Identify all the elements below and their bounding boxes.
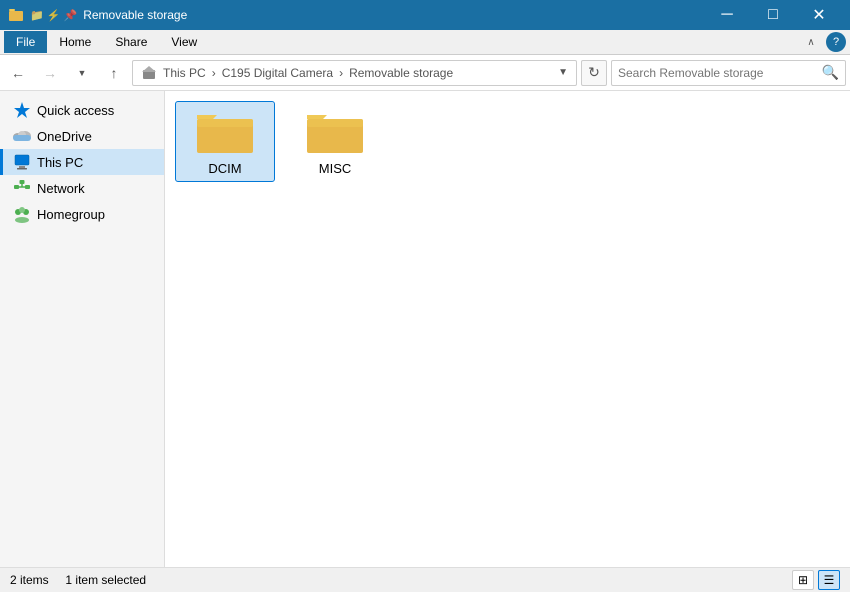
up-dropdown-button[interactable]: ▼ <box>68 59 96 87</box>
item-count: 2 items <box>10 573 49 587</box>
close-button[interactable]: ✕ <box>796 0 842 30</box>
onedrive-icon <box>13 127 31 145</box>
homegroup-icon <box>13 205 31 223</box>
up-icon: ↑ <box>111 65 118 81</box>
selected-count: 1 item selected <box>65 573 146 587</box>
sidebar-label-quick-access: Quick access <box>37 103 114 118</box>
window-icon <box>8 7 24 23</box>
sidebar-item-network[interactable]: Network <box>0 175 164 201</box>
sidebar-item-this-pc[interactable]: This PC <box>0 149 164 175</box>
refresh-icon: ↻ <box>588 64 600 81</box>
status-bar: 2 items 1 item selected ⊞ ☰ <box>0 567 850 592</box>
taskbar-icons: 📁 ⚡ 📌 <box>30 9 77 22</box>
sidebar-label-network: Network <box>37 181 85 196</box>
main-area: Quick access OneDrive Thi <box>0 91 850 567</box>
network-icon <box>13 179 31 197</box>
title-bar: 📁 ⚡ 📌 Removable storage ─ □ ✕ <box>0 0 850 30</box>
breadcrumb-removable[interactable]: Removable storage <box>349 66 453 80</box>
ribbon-tabs: File Home Share View ∧ ? <box>0 30 850 55</box>
status-info: 2 items 1 item selected <box>10 573 146 587</box>
grid-view-icon: ⊞ <box>798 573 808 587</box>
search-icon: 🔍 <box>822 64 839 81</box>
view-controls: ⊞ ☰ <box>792 570 840 590</box>
grid-view-button[interactable]: ⊞ <box>792 570 814 590</box>
forward-icon: → <box>43 65 57 81</box>
dcim-folder-label: DCIM <box>208 161 241 176</box>
ribbon-expand-button[interactable]: ∧ <box>800 31 822 53</box>
folder-item-dcim[interactable]: DCIM <box>175 101 275 182</box>
quick-access-icon <box>13 101 31 119</box>
sidebar: Quick access OneDrive Thi <box>0 91 165 567</box>
up-button[interactable]: ↑ <box>100 59 128 87</box>
sidebar-label-homegroup: Homegroup <box>37 207 105 222</box>
folder-grid: DCIM MISC <box>175 101 840 182</box>
sidebar-item-homegroup[interactable]: Homegroup <box>0 201 164 227</box>
folder-item-misc[interactable]: MISC <box>285 101 385 182</box>
help-button[interactable]: ? <box>826 32 846 52</box>
dcim-folder-icon <box>195 107 255 157</box>
tab-file[interactable]: File <box>4 31 47 53</box>
this-pc-icon <box>13 153 31 171</box>
maximize-button[interactable]: □ <box>750 0 796 30</box>
status-separator <box>52 573 62 587</box>
window-controls: ─ □ ✕ <box>704 0 842 30</box>
misc-folder-icon <box>305 107 365 157</box>
breadcrumb-this-pc[interactable]: This PC <box>163 66 206 80</box>
toolbar: ← → ▼ ↑ This PC › C195 Digital Camera › … <box>0 55 850 91</box>
sidebar-item-onedrive[interactable]: OneDrive <box>0 123 164 149</box>
refresh-button[interactable]: ↻ <box>581 60 607 86</box>
address-bar[interactable]: This PC › C195 Digital Camera › Removabl… <box>132 60 577 86</box>
minimize-button[interactable]: ─ <box>704 0 750 30</box>
address-dropdown-icon[interactable]: ▼ <box>558 67 568 78</box>
window-title: Removable storage <box>83 8 187 22</box>
back-button[interactable]: ← <box>4 59 32 87</box>
back-icon: ← <box>11 65 25 81</box>
tab-view[interactable]: View <box>159 31 209 53</box>
forward-button[interactable]: → <box>36 59 64 87</box>
misc-folder-label: MISC <box>319 161 352 176</box>
list-view-icon: ☰ <box>824 573 835 587</box>
list-view-button[interactable]: ☰ <box>818 570 840 590</box>
breadcrumb-camera[interactable]: C195 Digital Camera <box>222 66 333 80</box>
tab-share[interactable]: Share <box>103 31 159 53</box>
sidebar-item-quick-access[interactable]: Quick access <box>0 97 164 123</box>
content-area: DCIM MISC <box>165 91 850 567</box>
search-input[interactable] <box>618 66 822 80</box>
home-icon <box>141 65 157 81</box>
search-box[interactable]: 🔍 <box>611 60 846 86</box>
tab-home[interactable]: Home <box>47 31 103 53</box>
sidebar-label-this-pc: This PC <box>37 155 83 170</box>
sidebar-label-onedrive: OneDrive <box>37 129 92 144</box>
